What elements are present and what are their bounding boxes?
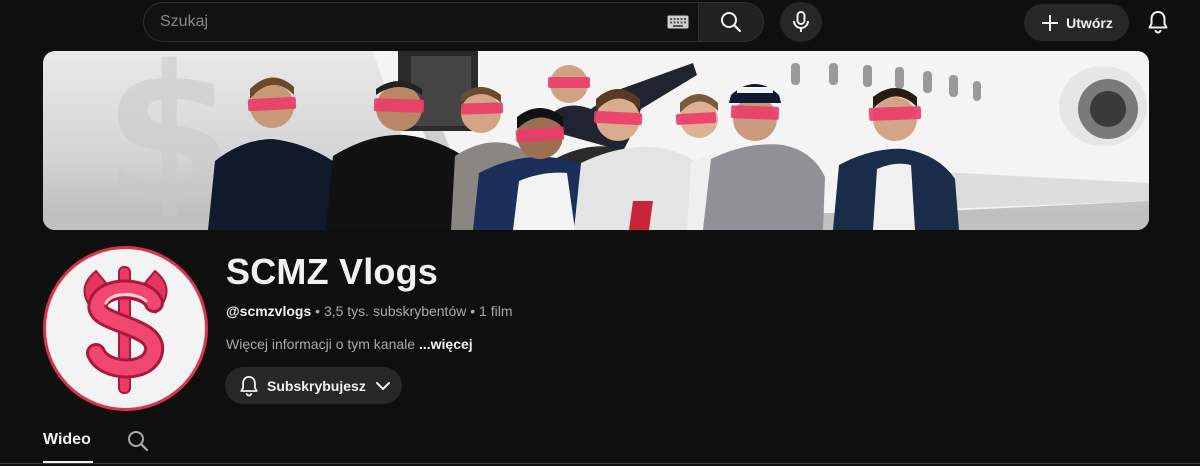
bell-icon [240, 375, 258, 396]
subscribe-label: Subskrybujesz [267, 377, 366, 394]
more-link[interactable]: ...więcej [419, 336, 473, 352]
video-count: 1 film [479, 303, 513, 319]
search-button[interactable] [698, 2, 764, 42]
voice-search-button[interactable] [780, 2, 822, 42]
meta-separator: • [315, 303, 321, 319]
channel-meta: @scmzvlogs • 3,5 tys. subskrybentów • 1 … [226, 303, 512, 319]
search-box [143, 2, 699, 42]
search-icon[interactable] [126, 429, 150, 453]
top-bar: Utwórz [0, 0, 1200, 44]
create-button[interactable]: Utwórz [1024, 4, 1129, 41]
chevron-down-icon [375, 381, 390, 390]
description-text: Więcej informacji o tym kanale [226, 336, 416, 352]
channel-banner: $ [43, 51, 1149, 230]
meta-separator: • [470, 303, 476, 319]
banner-image: $ [43, 51, 1149, 230]
microphone-icon [793, 11, 809, 32]
keyboard-icon[interactable] [667, 15, 689, 29]
subscribe-button[interactable]: Subskrybujesz [225, 367, 402, 404]
subscriber-count: 3,5 tys. subskrybentów [323, 303, 467, 319]
plus-icon [1042, 14, 1059, 31]
channel-title: SCMZ Vlogs [226, 251, 439, 292]
search-icon [721, 12, 742, 33]
search-input[interactable] [160, 3, 640, 41]
dollar-devil-logo [83, 266, 168, 394]
tabs-divider [0, 463, 1200, 464]
channel-avatar[interactable] [43, 246, 208, 411]
bell-icon [1148, 11, 1168, 34]
tab-video[interactable]: Wideo [43, 431, 91, 449]
channel-description[interactable]: Więcej informacji o tym kanale ...więcej [226, 336, 473, 352]
notifications-button[interactable] [1140, 4, 1176, 40]
create-label: Utwórz [1066, 14, 1113, 31]
channel-handle: @scmzvlogs [226, 303, 312, 319]
